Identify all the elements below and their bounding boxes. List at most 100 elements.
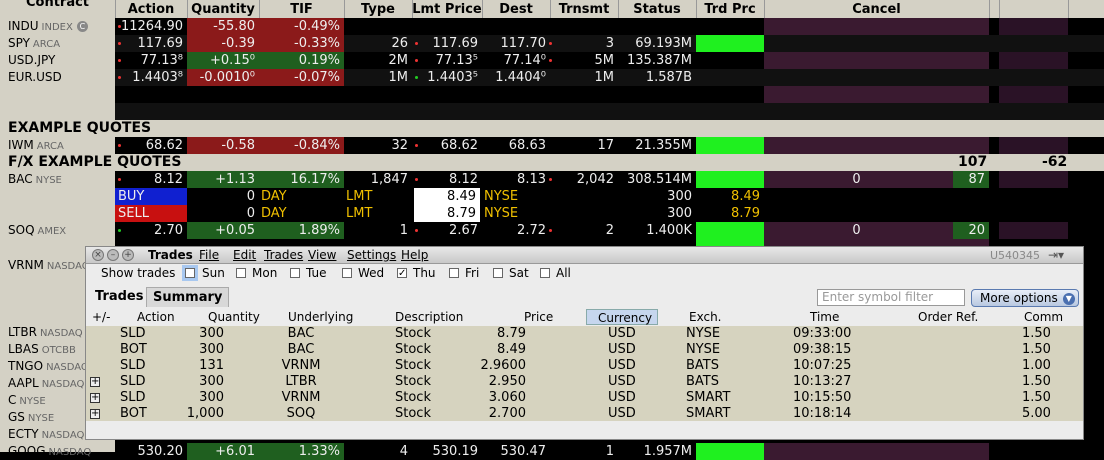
menu-settings[interactable]: Settings bbox=[347, 248, 396, 263]
menu-trades[interactable]: Trades bbox=[264, 248, 303, 263]
cell-action: SLD bbox=[120, 358, 146, 373]
trades-window[interactable]: × – + Trades File Edit Trades View Setti… bbox=[85, 246, 1084, 440]
col-quantity[interactable]: Quantity bbox=[187, 2, 259, 17]
col-trnsmt[interactable]: Trnsmt bbox=[550, 2, 618, 17]
sell-price-input[interactable]: 8.79 bbox=[414, 205, 480, 222]
checkbox-sat[interactable] bbox=[493, 268, 503, 278]
cell-cur: USD bbox=[608, 406, 636, 421]
col-status[interactable]: Status bbox=[618, 2, 696, 17]
table-row[interactable]: SLD 131 VRNM Stock 2.9600 USD BATS 10:07:25 1.00 bbox=[86, 358, 1083, 374]
buy-action[interactable]: BUY bbox=[115, 188, 187, 205]
th-exch[interactable]: Exch. bbox=[689, 309, 722, 325]
quote-row-soq[interactable]: 2.70 +0.05 1.89% 1 2.67 2.72 2 1.400K 0 … bbox=[115, 222, 1104, 239]
contract-bac[interactable]: BAC NYSE bbox=[0, 171, 115, 222]
col-trd-prc[interactable]: Trd Prc bbox=[696, 2, 764, 17]
tab-summary[interactable]: Summary bbox=[146, 287, 230, 307]
col-lmt-price[interactable]: Lmt Price bbox=[412, 2, 482, 17]
label-mon: Mon bbox=[252, 266, 278, 280]
tab-trades[interactable]: Trades bbox=[89, 287, 150, 307]
expand-icon[interactable]: + bbox=[90, 377, 100, 387]
th-underlying[interactable]: Underlying bbox=[288, 309, 353, 325]
checkbox-sun[interactable] bbox=[185, 268, 195, 278]
cell-price: 8.49 bbox=[497, 342, 526, 357]
cell-price: 3.060 bbox=[488, 390, 526, 405]
more-options-button[interactable]: More options ▼ bbox=[971, 289, 1079, 307]
contract-spy[interactable]: SPY ARCA bbox=[0, 35, 115, 52]
sell-action[interactable]: SELL bbox=[115, 205, 187, 222]
symbol-filter-input[interactable]: Enter symbol filter bbox=[817, 289, 965, 306]
cell-qty: 300 bbox=[199, 326, 224, 341]
table-row[interactable]: SLD 300 BAC Stock 8.79 USD NYSE 09:33:00 1.50 bbox=[86, 326, 1083, 342]
cell-cur: USD bbox=[608, 326, 636, 341]
quote-row-iwm[interactable]: 68.62 -0.58 -0.84% 32 68.62 68.63 17 21.… bbox=[115, 137, 1104, 154]
table-row[interactable]: + SLD 300 VRNM Stock 3.060 USD SMART 10:15:50 1.5… bbox=[86, 390, 1083, 406]
cell-qty: 300 bbox=[199, 342, 224, 357]
col-cancel[interactable]: Cancel bbox=[764, 2, 989, 17]
th-order-ref[interactable]: Order Ref. bbox=[918, 309, 978, 325]
buy-price-input[interactable]: 8.49 bbox=[414, 188, 480, 205]
contract-usdjpy[interactable]: USD.JPY bbox=[0, 52, 115, 69]
checkbox-all[interactable] bbox=[540, 268, 550, 278]
menu-help[interactable]: Help bbox=[401, 248, 428, 263]
checkbox-mon[interactable] bbox=[236, 268, 246, 278]
th-action[interactable]: Action bbox=[137, 309, 175, 325]
contract-iwm[interactable]: IWM ARCA bbox=[0, 137, 115, 154]
expand-icon[interactable]: + bbox=[90, 409, 100, 419]
trades-titlebar[interactable]: × – + Trades File Edit Trades View Setti… bbox=[86, 247, 1083, 264]
table-row[interactable]: BOT 300 BAC Stock 8.49 USD NYSE 09:38:15 1.50 bbox=[86, 342, 1083, 358]
checkbox-thu[interactable]: ✓ bbox=[397, 268, 407, 279]
th-quantity[interactable]: Quantity bbox=[208, 309, 260, 325]
col-dest[interactable]: Dest bbox=[482, 2, 550, 17]
cell-desc: Stock bbox=[395, 390, 431, 405]
quote-row-usdjpy[interactable]: 77.13⁸ +0.15⁰ 0.19% 2M 77.13⁵ 77.14⁰ 5M … bbox=[115, 52, 1104, 69]
chart-icon[interactable]: C bbox=[76, 21, 88, 32]
cell-und: SOQ bbox=[286, 406, 316, 421]
column-header: Contract Action Quantity TIF Type Lmt Pr… bbox=[0, 0, 1104, 18]
menu-file[interactable]: File bbox=[199, 248, 219, 263]
th-plusminus[interactable]: +/- bbox=[92, 309, 110, 325]
menu-edit[interactable]: Edit bbox=[233, 248, 256, 263]
th-comm[interactable]: Comm bbox=[1024, 309, 1063, 325]
contract-empty bbox=[0, 86, 115, 120]
cell-desc: Stock bbox=[395, 326, 431, 341]
account-id: U540345 bbox=[990, 249, 1041, 262]
quote-row-eurusd[interactable]: 1.4403⁸ -0.0010⁰ -0.07% 1M 1.4403⁵ 1.440… bbox=[115, 69, 1104, 86]
contract-soq[interactable]: SOQ AMEX bbox=[0, 222, 115, 239]
col-tif[interactable]: TIF bbox=[259, 2, 344, 17]
cell-exch: BATS bbox=[686, 374, 719, 389]
checkbox-fri[interactable] bbox=[449, 268, 459, 278]
contract-eurusd[interactable]: EUR.USD bbox=[0, 69, 115, 86]
checkbox-tue[interactable] bbox=[290, 268, 300, 278]
cell-action: SLD bbox=[120, 326, 146, 341]
checkbox-wed[interactable] bbox=[342, 268, 352, 278]
contract-indu[interactable]: INDU INDEX C bbox=[0, 18, 115, 35]
menu-view[interactable]: View bbox=[308, 248, 336, 263]
minimize-icon[interactable]: – bbox=[107, 249, 119, 261]
close-icon[interactable]: × bbox=[92, 249, 104, 261]
col-action[interactable]: Action bbox=[115, 2, 187, 17]
cell-exch: BATS bbox=[686, 358, 719, 373]
pin-icon[interactable]: ⇥▾ bbox=[1048, 248, 1064, 263]
maximize-icon[interactable]: + bbox=[122, 249, 134, 261]
table-row[interactable]: + SLD 300 LTBR Stock 2.950 USD BATS 10:13:27 1.50 bbox=[86, 374, 1083, 390]
th-description[interactable]: Description bbox=[395, 309, 463, 325]
order-row-buy[interactable]: BUY 0 DAY LMT 8.49 NYSE 300 8.49 bbox=[115, 188, 1104, 205]
label-fri: Fri bbox=[465, 266, 480, 280]
th-time[interactable]: Time bbox=[810, 309, 839, 325]
order-row-sell[interactable]: SELL 0 DAY LMT 8.79 NYSE 300 8.79 bbox=[115, 205, 1104, 222]
table-row[interactable]: + BOT 1,000 SOQ Stock 2.700 USD SMART 10:18:14 5.… bbox=[86, 406, 1083, 422]
quote-row-spy[interactable]: 117.69 -0.39 -0.33% 26 117.69 117.70 3 6… bbox=[115, 35, 1104, 52]
window-title: Trades bbox=[148, 248, 193, 262]
cell-time: 10:18:14 bbox=[793, 406, 852, 421]
col-type[interactable]: Type bbox=[344, 2, 412, 17]
th-currency[interactable]: Currency bbox=[586, 309, 658, 325]
expand-icon[interactable]: + bbox=[90, 393, 100, 403]
cell-desc: Stock bbox=[395, 342, 431, 357]
quote-row-indu[interactable]: 11264.90 -55.80 -0.49% bbox=[115, 18, 1104, 35]
col-contract[interactable]: Contract bbox=[0, 0, 115, 10]
cell-qty: 1,000 bbox=[186, 406, 224, 421]
label-sat: Sat bbox=[509, 266, 529, 280]
quote-row-bac[interactable]: 8.12 +1.13 16.17% 1,847 8.12 8.13 2,042 … bbox=[115, 171, 1104, 188]
th-price[interactable]: Price bbox=[524, 309, 553, 325]
cell-time: 09:38:15 bbox=[793, 342, 852, 357]
